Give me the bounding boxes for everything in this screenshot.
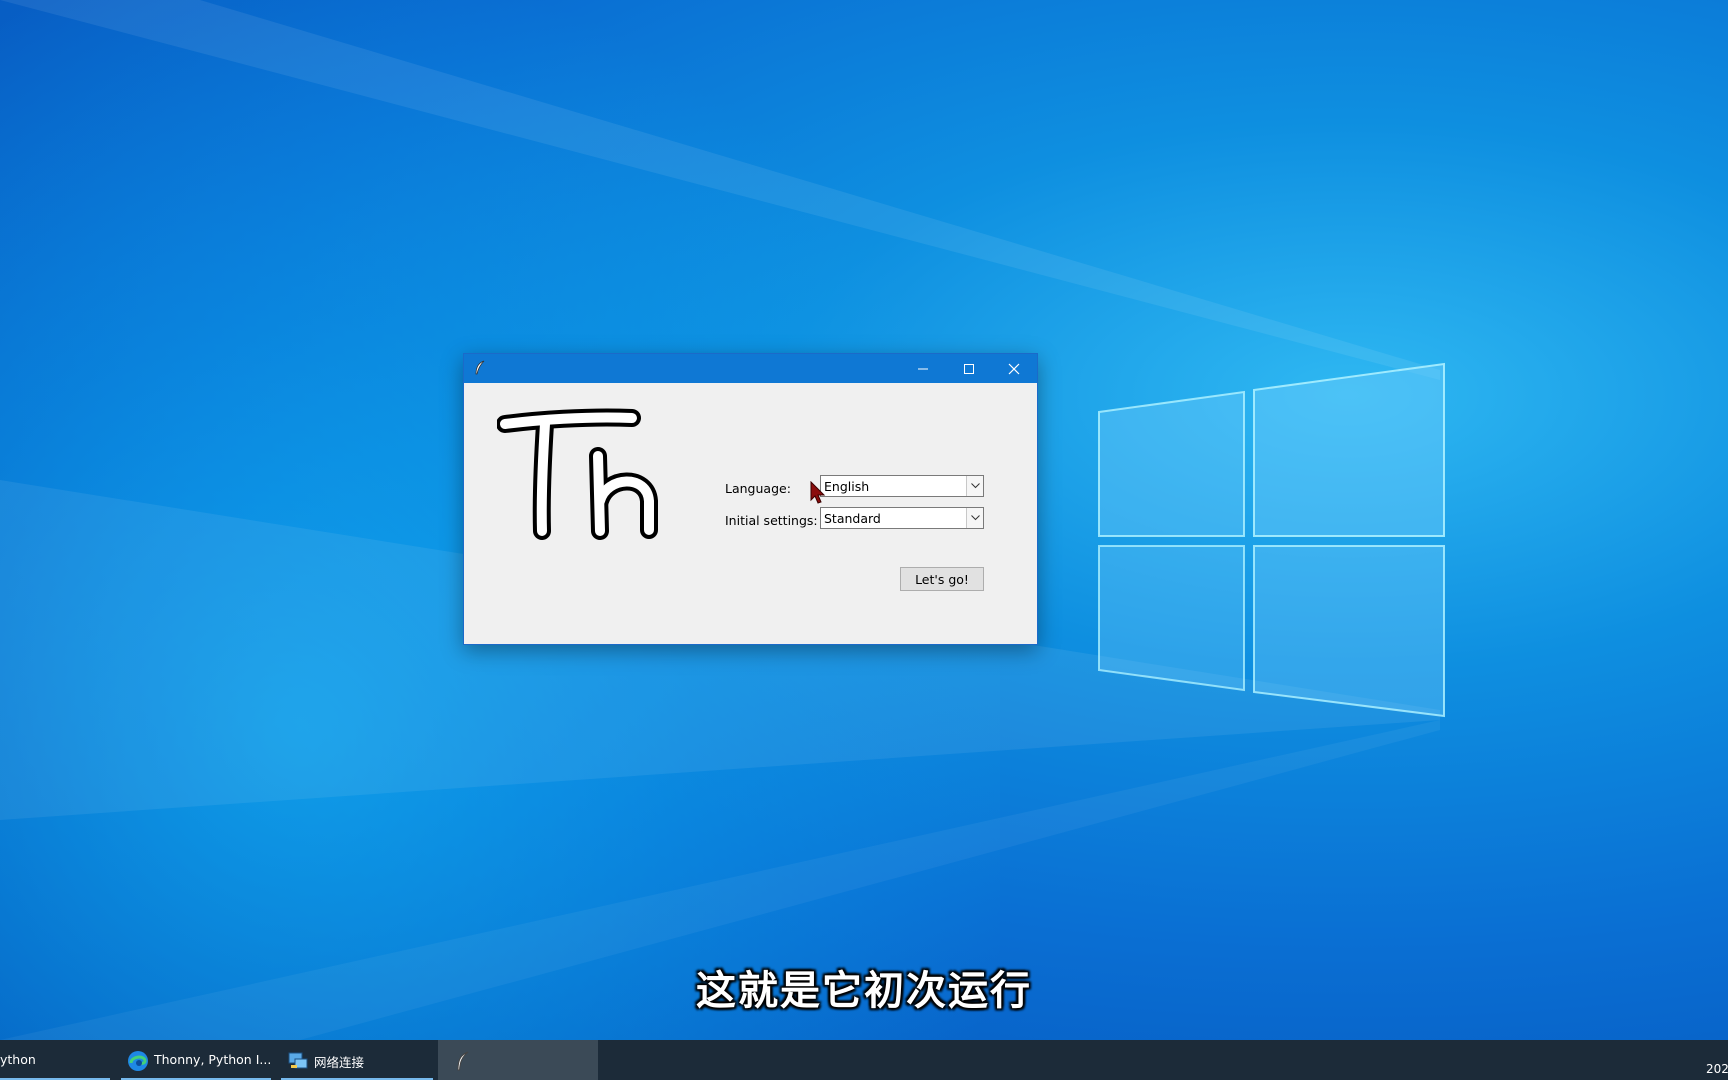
chevron-down-icon[interactable] (966, 476, 983, 496)
minimize-button[interactable] (900, 354, 946, 383)
taskbar-item-label: ython (0, 1052, 36, 1067)
chevron-down-icon[interactable] (966, 508, 983, 528)
taskbar: ython Thonny, Python I... 网络连接 202 (0, 1040, 1728, 1080)
close-button[interactable] (991, 354, 1037, 383)
lets-go-button[interactable]: Let's go! (900, 567, 984, 591)
taskbar-item-edge-thonny[interactable]: Thonny, Python I... (121, 1040, 271, 1080)
feather-icon (475, 360, 485, 375)
taskbar-item-thonny-active[interactable] (438, 1040, 598, 1080)
video-subtitle: 这就是它初次运行 (696, 968, 1032, 1014)
close-icon (1008, 363, 1020, 374)
maximize-button[interactable] (946, 354, 992, 383)
taskbar-item-label: 网络连接 (314, 1055, 365, 1070)
mouse-cursor-icon (810, 481, 826, 504)
taskbar-item-label: Thonny, Python I... (154, 1052, 272, 1067)
feather-icon (457, 1051, 469, 1071)
thonny-first-run-dialog: Language: English Initial settings: Stan… (463, 353, 1038, 645)
initial-settings-label: Initial settings: (725, 513, 818, 528)
language-select[interactable]: English (820, 475, 984, 497)
network-connections-icon (288, 1052, 308, 1069)
thonny-logo (497, 408, 658, 540)
initial-settings-select[interactable]: Standard (820, 507, 984, 529)
taskbar-item-python[interactable]: ython (0, 1040, 110, 1080)
language-select-value: English (824, 479, 870, 494)
dialog-titlebar[interactable] (464, 354, 1037, 383)
taskbar-item-network-connections[interactable]: 网络连接 (281, 1040, 433, 1080)
minimize-icon (918, 368, 928, 369)
tray-clock[interactable]: 202 (1706, 1062, 1728, 1076)
windows-logo (1098, 362, 1445, 718)
maximize-icon (964, 363, 974, 374)
language-label: Language: (725, 481, 791, 496)
initial-settings-select-value: Standard (824, 511, 881, 526)
edge-browser-icon (128, 1051, 148, 1071)
